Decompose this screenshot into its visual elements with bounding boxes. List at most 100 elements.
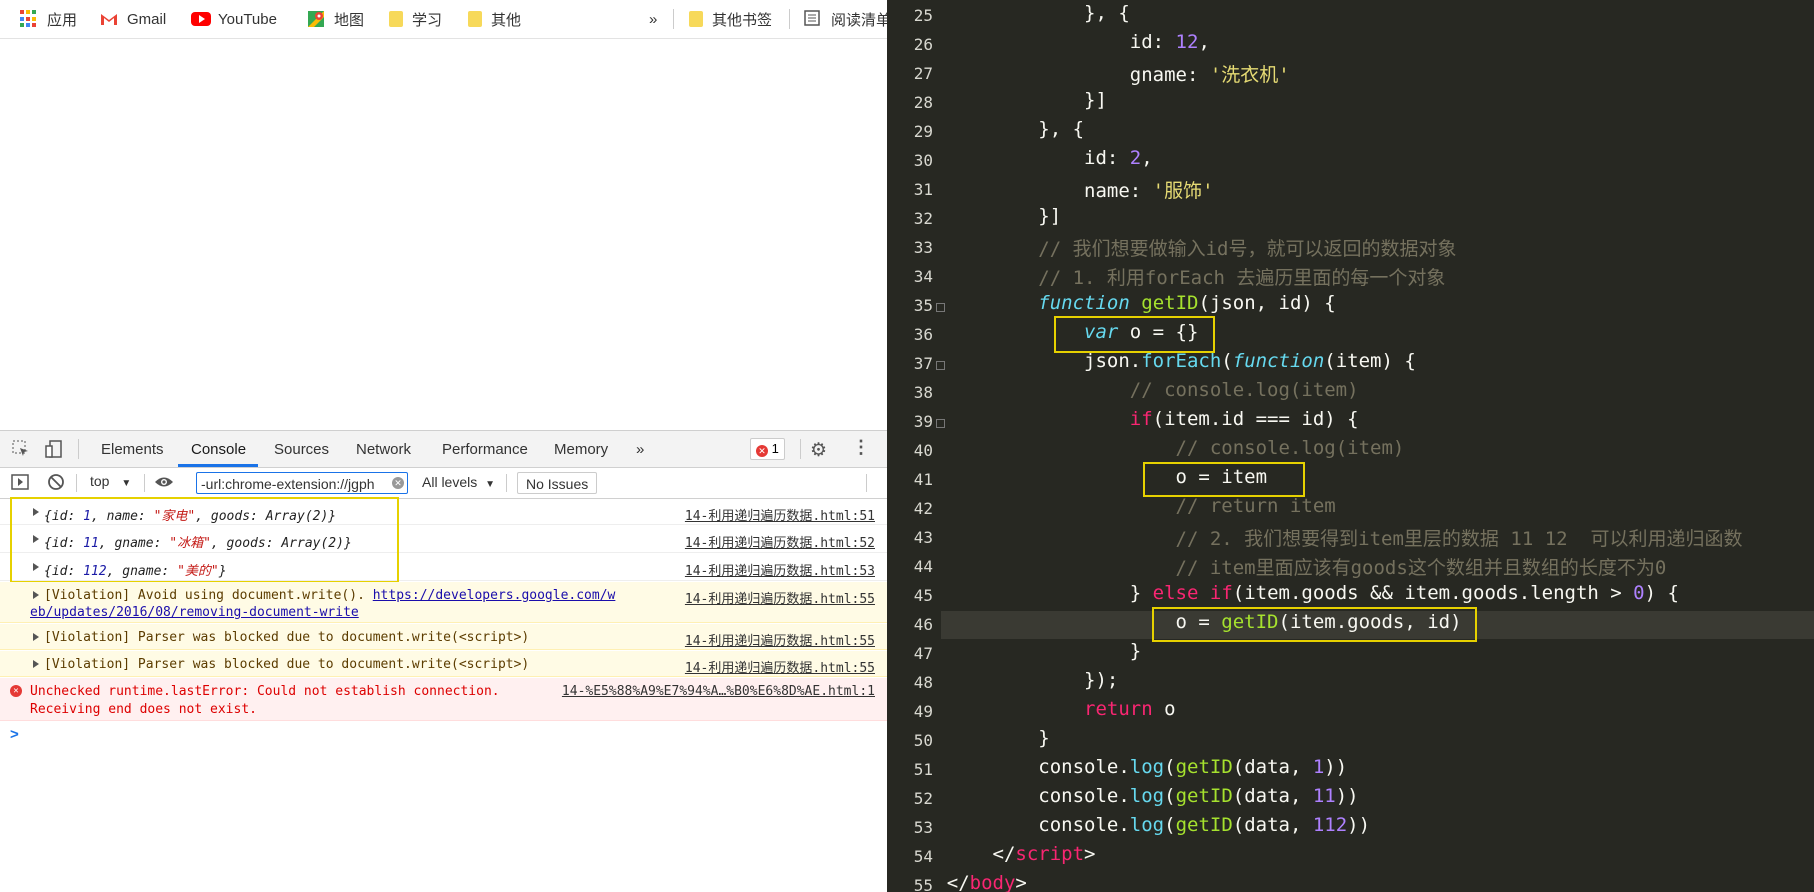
error-icon: ✕ [10,685,22,697]
folder-icon [468,11,482,27]
code-line: // 2. 我们想要得到item里层的数据 11 12 可以利用递归函数 [1175,528,1743,550]
code-editor[interactable]: 25 26 27 28 29 30 31 32 33 34 35 36 37 38 39 40 41 42 43 44… [887,0,1814,892]
divider [789,9,790,29]
devtools-tabbar: Elements Console Sources Network Perform… [0,431,887,468]
highlight-box-getid-call [1152,607,1477,642]
code-line: console.log(getID(data, 1)) [901,756,1348,778]
active-tab-indicator [178,464,258,467]
folder-icon [689,11,703,27]
devtools-panel: Elements Console Sources Network Perform… [0,430,887,892]
divider [800,439,801,459]
code-line: if(item.id === id) { [1129,408,1359,430]
kebab-menu-icon[interactable]: ⋮ [852,437,870,458]
log-source-link[interactable]: 14-%E5%88%A9%E7%94%A…%B0%E6%8D%AE.html:1 [562,684,875,699]
issues-label: No Issues [526,476,589,492]
warning-text: [Violation] Parser was blocked due to do… [44,630,530,645]
tab-console[interactable]: Console [191,441,246,458]
bookmark-label: 应用 [47,11,78,29]
expand-arrow-icon[interactable] [33,633,39,641]
divider [866,474,867,492]
console-warning-row[interactable]: [Violation] Avoid using document.write()… [0,582,887,623]
log-levels-dropdown[interactable]: All levels ▼ [422,474,495,490]
log-source-link[interactable]: 14-利用递归遍历数据.html:51 [685,505,875,524]
code-line: }, { [901,2,1130,24]
code-line: } [901,640,1142,662]
bookmark-label: Gmail [127,10,167,28]
divider [76,474,77,492]
clear-console-icon[interactable] [47,473,65,496]
filter-value: -url:chrome-extension://jgph [201,476,375,492]
console-prompt[interactable]: > [10,726,19,743]
docs-link[interactable]: https://developers.google.com/w [373,588,616,603]
docs-link-cont[interactable]: eb/updates/2016/08/removing-document-wri… [30,605,359,620]
console-error-row[interactable]: ✕ Unchecked runtime.lastError: Could not… [0,678,887,721]
highlight-box-o-item [1143,462,1305,497]
highlight-box-var-o [1054,316,1215,353]
device-toolbar-icon[interactable] [45,440,63,463]
log-source-link[interactable]: 14-利用递归遍历数据.html:52 [685,532,875,551]
bookmark-folder-other[interactable]: 其他 [468,8,521,30]
browser-pane: 应用 Gmail YouTube 地图 学习 其他 » 其他书签 阅读清单 El… [0,0,887,892]
gear-icon[interactable]: ⚙ [810,439,827,462]
error-text-cont: Receiving end does not exist. [30,702,257,717]
tab-sources[interactable]: Sources [274,441,329,458]
bookmark-label: 其他书签 [712,11,773,29]
console-filter-input[interactable]: -url:chrome-extension://jgph [196,472,408,494]
youtube-icon [191,10,211,28]
inspect-element-icon[interactable] [12,440,30,463]
warning-text: [Violation] Parser was blocked due to do… [44,657,530,672]
tab-memory[interactable]: Memory [554,441,608,458]
more-tabs-button[interactable]: » [636,441,644,458]
code-line: </body> [901,872,1027,892]
tab-elements[interactable]: Elements [101,441,164,458]
code-line: // item里面应该有goods这个数组并且数组的长度不为0 [1175,557,1667,579]
code-line: id: 12, [901,31,1210,53]
log-source-link[interactable]: 14-利用递归遍历数据.html:55 [685,588,875,607]
bookmark-reading-list[interactable]: 阅读清单 [804,8,887,30]
expand-arrow-icon[interactable] [33,660,39,668]
code-line: function getID(json, id) { [1038,292,1336,314]
code-line: console.log(getID(data, 112)) [901,814,1371,836]
bookmark-label: 阅读清单 [831,11,887,29]
code-line: console.log(getID(data, 11)) [901,785,1359,807]
bookmark-label: 学习 [412,11,443,29]
code-line: id: 2, [901,147,1153,169]
bookmarks-bar: 应用 Gmail YouTube 地图 学习 其他 » 其他书签 阅读清单 [0,0,887,39]
divider [506,474,507,492]
clear-filter-icon[interactable]: ✕ [392,477,404,489]
tab-network[interactable]: Network [356,441,411,458]
levels-label: All levels [422,474,478,490]
eye-icon[interactable] [154,474,174,495]
expand-arrow-icon[interactable] [33,591,39,599]
divider [144,474,145,492]
code-line: return o [1084,698,1176,720]
bookmarks-overflow-button[interactable]: » [649,8,657,30]
bookmark-apps[interactable]: 应用 [20,8,77,30]
code-line: }, { [901,118,1085,140]
log-source-link[interactable]: 14-利用递归遍历数据.html:55 [685,657,875,676]
code-line: </script> [901,843,1096,865]
error-count-badge[interactable]: ✕ 1 [750,438,785,460]
gmail-icon [100,10,118,28]
issues-button[interactable]: No Issues [517,472,598,494]
dropdown-arrow-icon: ▼ [485,479,496,490]
tab-performance[interactable]: Performance [442,441,528,458]
log-source-link[interactable]: 14-利用递归遍历数据.html:55 [685,630,875,649]
bookmark-maps[interactable]: 地图 [307,8,364,30]
console-warning-row[interactable]: [Violation] Parser was blocked due to do… [0,624,887,650]
bookmark-folder-study[interactable]: 学习 [389,8,442,30]
console-toolbar: top ▼ -url:chrome-extension://jgph ✕ All… [0,468,887,499]
sidebar-toggle-icon[interactable] [11,474,29,495]
highlight-box [10,497,399,583]
bookmark-gmail[interactable]: Gmail [100,8,166,30]
divider [673,9,674,29]
code-line: } else if(item.goods && item.goods.lengt… [901,582,1679,604]
code-line: }); [901,669,1119,691]
log-source-link[interactable]: 14-利用递归遍历数据.html:53 [685,560,875,579]
code-line: // 1. 利用forEach 去遍历里面的每一个对象 [1038,267,1446,289]
console-warning-row[interactable]: [Violation] Parser was blocked due to do… [0,651,887,677]
context-selector[interactable]: top ▼ [90,473,131,489]
folder-icon [389,11,403,27]
bookmark-other-bookmarks[interactable]: 其他书签 [689,8,772,30]
bookmark-youtube[interactable]: YouTube [191,8,277,30]
